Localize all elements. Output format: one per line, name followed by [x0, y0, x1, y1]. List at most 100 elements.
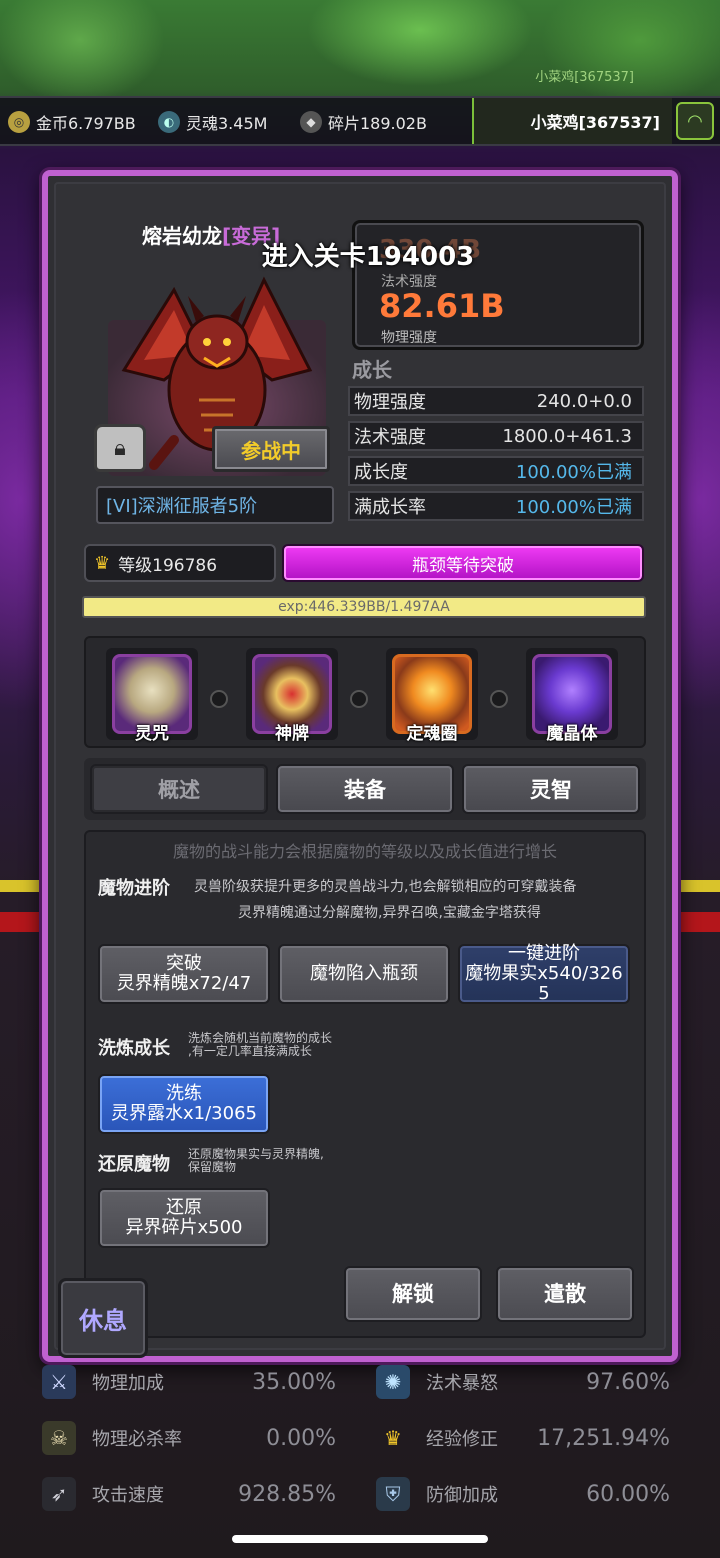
one-click-advance-label: 一键进阶: [508, 943, 580, 964]
resource-bar: ◎ 金币6.797BB ◐ 灵魂3.45M ◆ 碎片189.02B 小菜鸡[36…: [0, 96, 720, 146]
one-click-advance-cost-tail: 5: [538, 983, 550, 1004]
equip-slot-crystal[interactable]: 魔晶体: [526, 648, 618, 744]
one-click-advance-cost: 魔物果实x540/326: [465, 963, 623, 984]
growth-row-label: 成长度: [354, 462, 408, 483]
stat-label: 物理必杀率: [92, 1429, 182, 1450]
physical-power-value: 82.61B: [379, 287, 505, 325]
stat-value: 17,251.94%: [537, 1425, 670, 1451]
refine-button[interactable]: 洗练 灵界露水x1/3065: [98, 1074, 270, 1134]
sword-icon: ⚔: [42, 1365, 76, 1399]
skull-icon: ☠: [42, 1421, 76, 1455]
in-battle-button[interactable]: 参战中: [212, 426, 330, 472]
growth-row-magic: 法术强度 1800.0+461.3: [348, 421, 644, 451]
refine-section-title: 洗炼成长: [98, 1038, 170, 1059]
refine-note-line2: ,有一定几率直接满成长: [188, 1044, 312, 1058]
gold-value: 金币6.797BB: [36, 114, 136, 133]
soul-resource: ◐ 灵魂3.45M: [158, 110, 267, 134]
restore-section-title: 还原魔物: [98, 1154, 170, 1175]
stat-label: 物理加成: [92, 1373, 164, 1394]
shard-icon: ◆: [300, 111, 322, 133]
growth-section-title: 成长: [352, 358, 392, 382]
overview-header-text: 魔物的战斗能力会根据魔物的等级以及成长值进行增长: [172, 842, 557, 861]
overview-content-panel: 魔物的战斗能力会根据魔物的等级以及成长值进行增长 魔物进阶 灵兽阶级获提升更多的…: [84, 830, 646, 1338]
equip-slot-card[interactable]: 神牌: [246, 648, 338, 744]
gold-coin-icon: ◎: [8, 111, 30, 133]
rest-button[interactable]: 休息: [58, 1278, 148, 1358]
menu-swirl-button[interactable]: ◠: [676, 102, 714, 140]
soul-value: 灵魂3.45M: [186, 114, 268, 133]
growth-row-physical: 物理强度 240.0+0.0: [348, 386, 644, 416]
equip-connector-dot: [350, 690, 368, 708]
breakthrough-cost: 灵界精魄x72/47: [116, 973, 252, 994]
tab-intelligence[interactable]: 灵智: [462, 764, 640, 814]
equip-slot-label: 神牌: [275, 724, 309, 744]
stat-exp-modifier: ♛ 经验修正 17,251.94%: [376, 1414, 670, 1462]
restore-label: 还原: [166, 1197, 202, 1218]
stat-label: 防御加成: [426, 1485, 498, 1506]
monster-name: 熔岩幼龙: [142, 224, 222, 248]
stat-magic-rage: ✺ 法术暴怒 97.60%: [376, 1358, 670, 1406]
growth-row-label: 法术强度: [354, 427, 426, 448]
detail-tabs: 概述 装备 灵智: [84, 758, 646, 820]
gold-resource: ◎ 金币6.797BB: [8, 110, 136, 134]
stat-label: 攻击速度: [92, 1485, 164, 1506]
bottleneck-status-button[interactable]: 瓶颈等待突破: [282, 544, 644, 582]
stat-value: 60.00%: [586, 1481, 670, 1507]
breakthrough-label: 突破: [166, 953, 202, 974]
stat-physical-bonus: ⚔ 物理加成 35.00%: [42, 1358, 336, 1406]
stat-value: 97.60%: [586, 1369, 670, 1395]
player-name-box[interactable]: 小菜鸡[367537]: [472, 98, 672, 144]
blade-icon: ➶: [42, 1477, 76, 1511]
monster-detail-dialog: 熔岩幼龙[变异] 🔒︎ 参战中 [VI]深渊征服者5阶 进入关卡194003 3…: [42, 170, 678, 1362]
lock-toggle-button[interactable]: 🔒︎: [94, 424, 146, 472]
unlock-button[interactable]: 解锁: [344, 1266, 482, 1322]
stage-entry-toast: 进入关卡194003: [261, 242, 475, 272]
player-name: 小菜鸡[367537]: [530, 113, 660, 132]
growth-row-value: 100.00%已满: [515, 462, 632, 483]
tab-equipment[interactable]: 装备: [276, 764, 454, 814]
equip-slot-label: 灵咒: [135, 724, 169, 744]
growth-row-value: 100.00%已满: [515, 497, 632, 518]
equip-slot-spell[interactable]: 灵咒: [106, 648, 198, 744]
growth-row-value: 240.0+0.0: [536, 390, 632, 412]
equip-slot-label: 魔晶体: [546, 724, 598, 744]
advance-note-line1: 灵兽阶级获提升更多的灵兽战斗力,也会解锁相应的可穿戴装备: [194, 879, 577, 895]
refine-cost: 灵界露水x1/3065: [111, 1103, 257, 1124]
swirl-icon: ◠: [687, 110, 703, 132]
stat-label: 法术暴怒: [426, 1373, 498, 1394]
stat-label: 经验修正: [426, 1429, 498, 1450]
growth-row-full-rate: 满成长率 100.00%已满: [348, 491, 644, 521]
stat-value: 0.00%: [266, 1425, 336, 1451]
advance-section-title: 魔物进阶: [98, 878, 170, 899]
restore-cost: 异界碎片x500: [125, 1217, 243, 1238]
scene-player-name: 小菜鸡[367537]: [535, 70, 634, 85]
level-value: 等级196786: [118, 555, 218, 576]
stat-value: 928.85%: [238, 1481, 336, 1507]
monster-title-badge[interactable]: [VI]深渊征服者5阶: [96, 486, 334, 524]
crown-icon: ♛: [94, 552, 111, 574]
equip-connector-dot: [210, 690, 228, 708]
growth-row-label: 物理强度: [354, 392, 426, 413]
exp-progress-bar: exp:446.339BB/1.497AA: [82, 596, 646, 618]
bottleneck-info-button[interactable]: 魔物陷入瓶颈: [278, 944, 450, 1004]
equip-slot-soul-ring[interactable]: 定魂圈: [386, 648, 478, 744]
soul-icon: ◐: [158, 111, 180, 133]
home-indicator[interactable]: [232, 1535, 488, 1543]
crown-icon: ♛: [384, 1426, 402, 1450]
growth-row-growth-degree: 成长度 100.00%已满: [348, 456, 644, 486]
equip-slot-label: 定魂圈: [406, 724, 458, 744]
tab-overview[interactable]: 概述: [90, 764, 268, 814]
breakthrough-button[interactable]: 突破 灵界精魄x72/47: [98, 944, 270, 1004]
one-click-advance-button[interactable]: 一键进阶 魔物果实x540/326 5: [458, 944, 630, 1004]
dismiss-button[interactable]: 遣散: [496, 1266, 634, 1322]
bottleneck-info-label: 魔物陷入瓶颈: [310, 963, 418, 984]
refine-note: 洗炼会随机当前魔物的成长 ,有一定几率直接满成长: [188, 1032, 332, 1058]
stat-value: 35.00%: [252, 1369, 336, 1395]
refine-label: 洗练: [166, 1083, 202, 1104]
growth-row-value: 1800.0+461.3: [502, 425, 632, 447]
stat-attack-speed: ➶ 攻击速度 928.85%: [42, 1470, 336, 1518]
shard-resource: ◆ 碎片189.02B: [300, 110, 427, 134]
restore-button[interactable]: 还原 异界碎片x500: [98, 1188, 270, 1248]
equipment-panel: 灵咒 神牌 定魂圈 魔晶体: [84, 636, 646, 748]
restore-note: 还原魔物果实与灵界精魄, 保留魔物: [188, 1148, 324, 1174]
